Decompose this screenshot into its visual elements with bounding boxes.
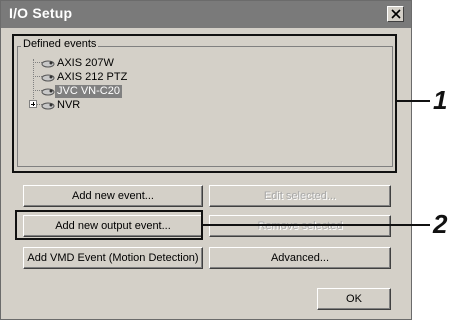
add-vmd-event-button[interactable]: Add VMD Event (Motion Detection) — [23, 247, 203, 269]
advanced-button[interactable]: Advanced... — [209, 247, 391, 269]
ok-button[interactable]: OK — [317, 288, 391, 310]
window-title: I/O Setup — [9, 5, 73, 21]
close-icon — [391, 9, 401, 19]
title-bar[interactable]: I/O Setup — [1, 1, 411, 28]
close-button[interactable] — [387, 6, 404, 22]
callout-line-1 — [395, 100, 430, 102]
callout-line-2 — [202, 224, 430, 226]
remove-selected-button[interactable]: Remove selected — [209, 215, 391, 237]
io-setup-dialog: I/O Setup Defined events AXIS 207W AXIS … — [0, 0, 412, 320]
callout-number-1: 1 — [433, 85, 448, 115]
callout-box-1 — [12, 34, 397, 173]
add-new-event-button[interactable]: Add new event... — [23, 185, 203, 207]
edit-selected-button[interactable]: Edit selected... — [209, 185, 391, 207]
callout-box-2 — [15, 210, 203, 240]
callout-number-2: 2 — [433, 209, 448, 239]
